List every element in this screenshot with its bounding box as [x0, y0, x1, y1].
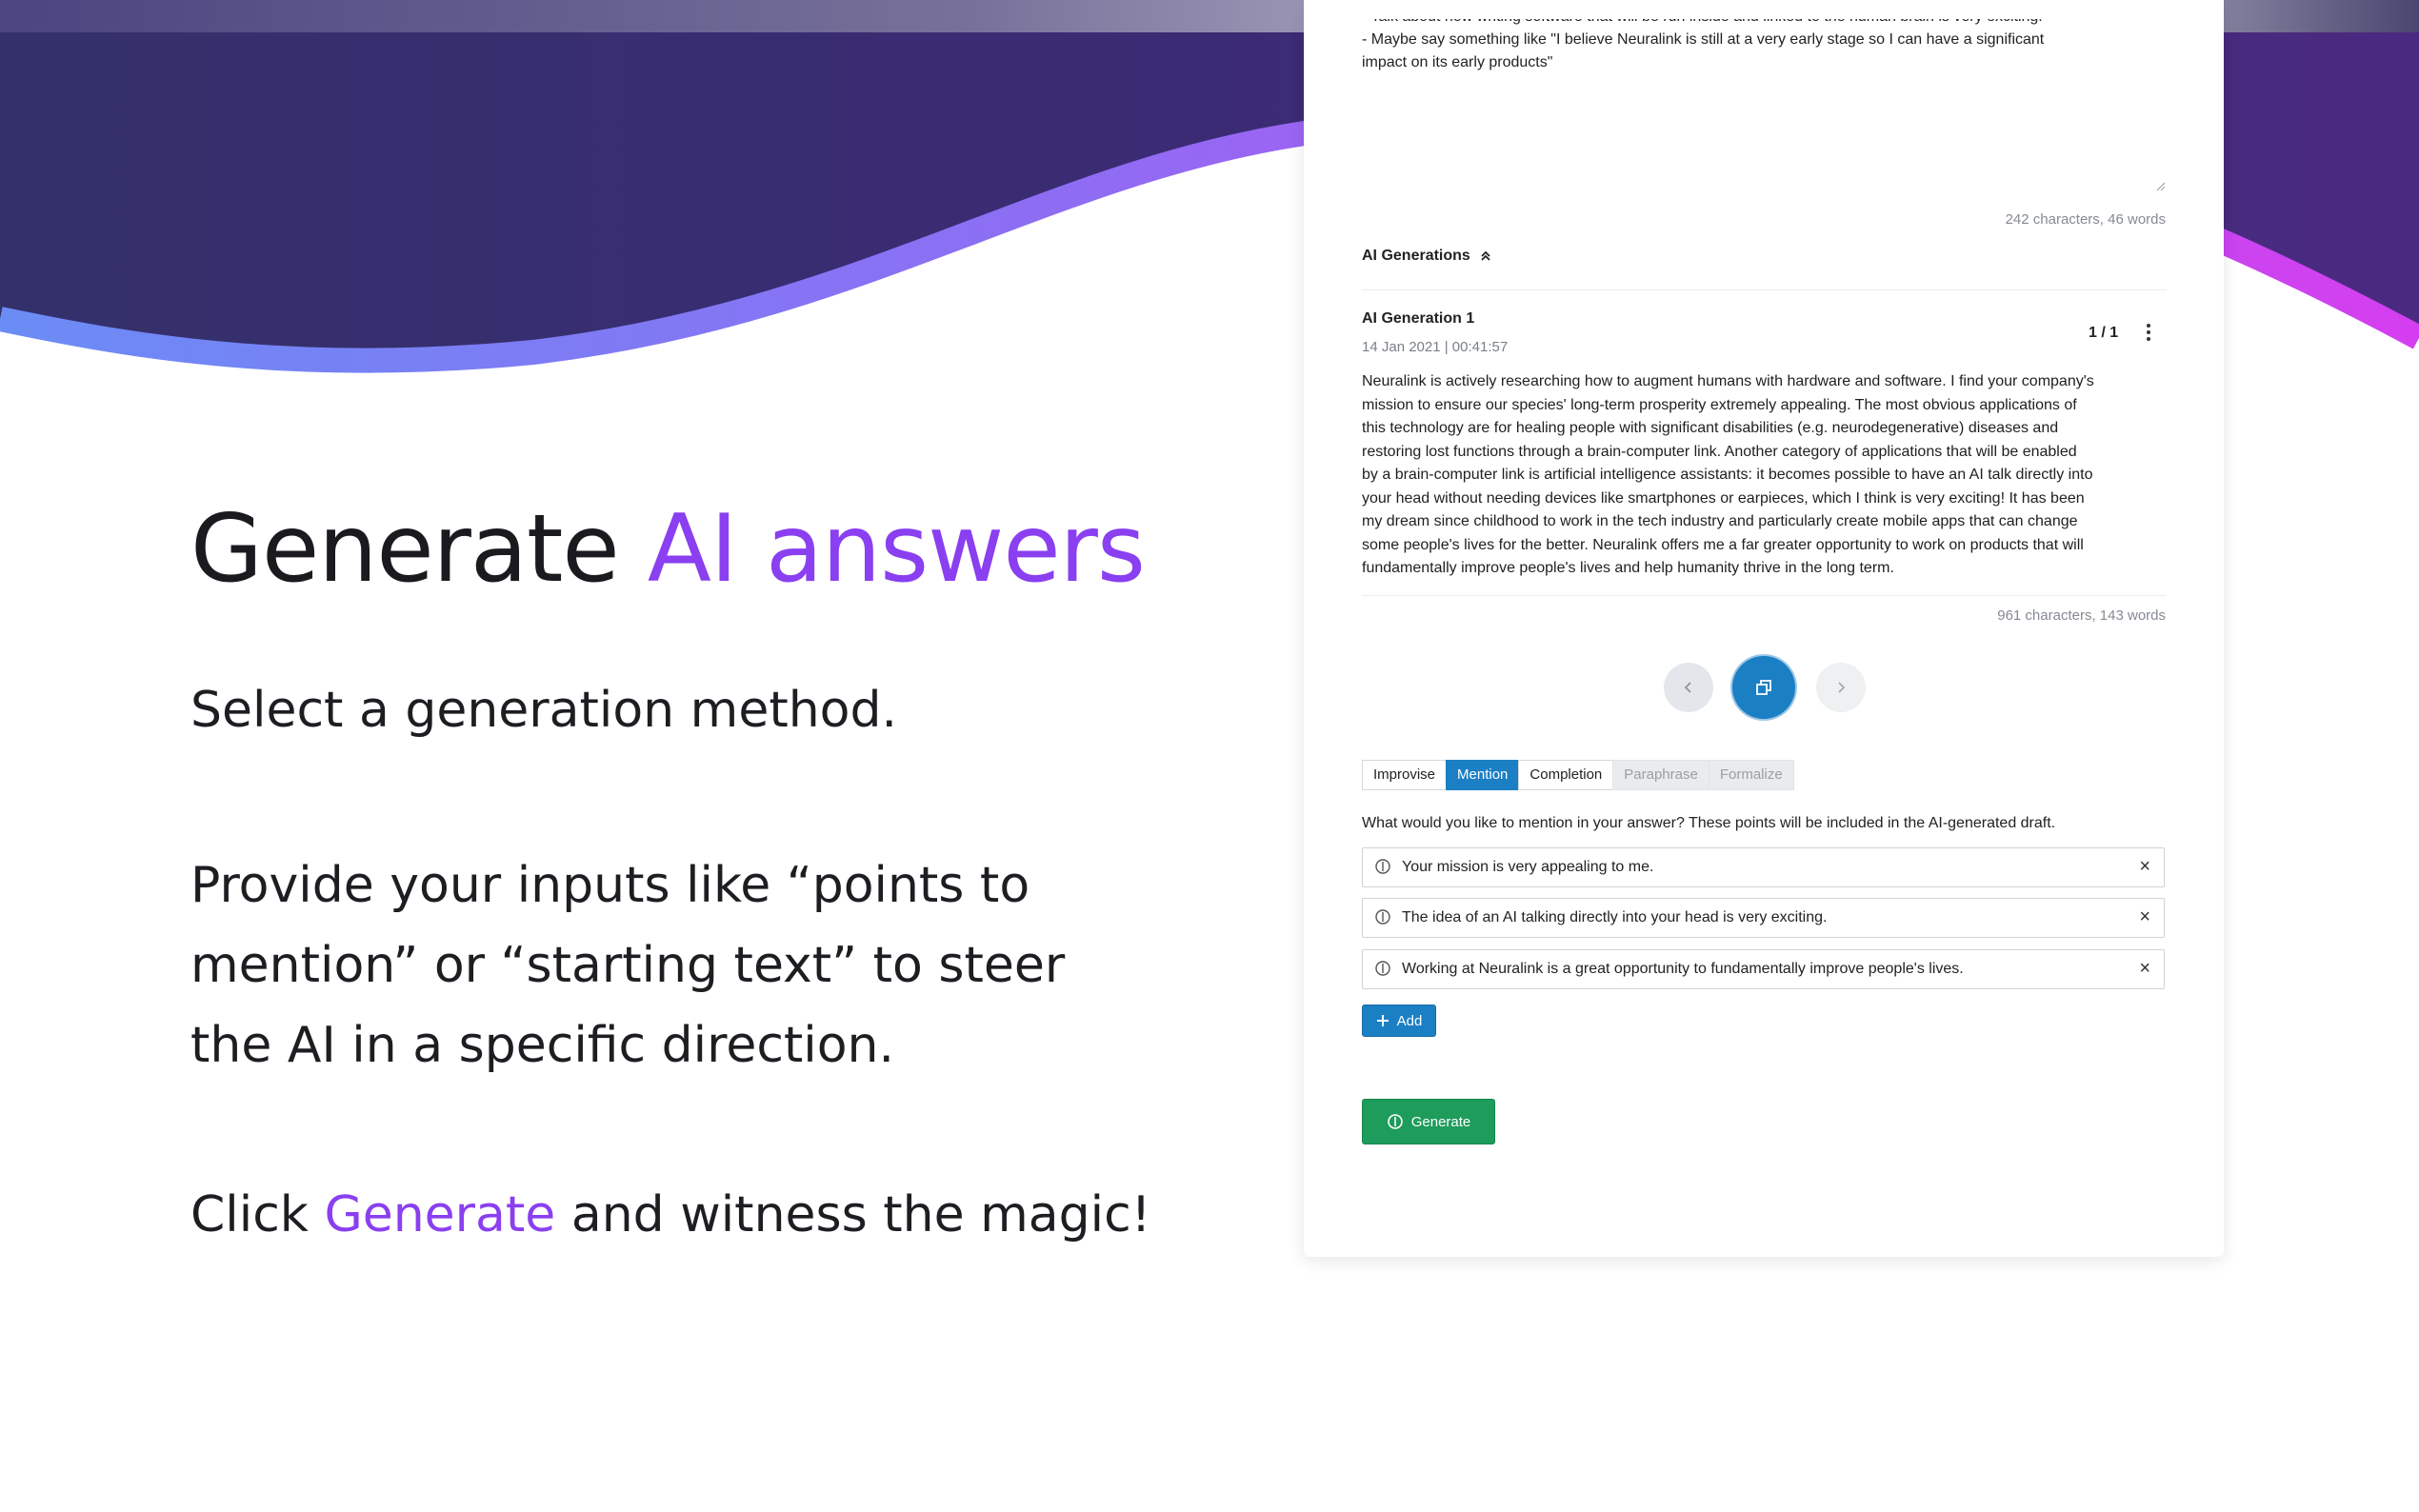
close-icon[interactable]: ×	[2139, 856, 2150, 878]
app-panel: - Talk about how writing software that w…	[1304, 0, 2224, 1257]
resize-grip-icon[interactable]	[2155, 181, 2165, 190]
generation-line: restoring lost functions through a brain…	[1362, 443, 2077, 460]
prompt-line: - Talk about how writing software that w…	[1362, 19, 2124, 29]
add-label: Add	[1396, 1012, 1423, 1029]
tab-mention[interactable]: Mention	[1446, 760, 1520, 790]
paragraph-provide-inputs: Provide your inputs like “points to ment…	[190, 857, 1066, 1074]
mention-text[interactable]: The idea of an AI talking directly into …	[1402, 909, 1827, 926]
mention-item[interactable]: Your mission is very appealing to me. ×	[1362, 847, 2165, 887]
p3-after: and witness the magic!	[555, 1186, 1151, 1243]
tab-improvise[interactable]: Improvise	[1362, 760, 1448, 790]
generation-line: mission to ensure our species' long-term…	[1362, 396, 2077, 413]
generation-text: Neuralink is actively researching how to…	[1362, 370, 2171, 581]
generation-line: fundamentally improve people's lives and…	[1362, 560, 1894, 576]
p3-accent: Generate	[324, 1186, 556, 1243]
divider	[1362, 595, 2167, 596]
tab-formalize[interactable]: Formalize	[1708, 760, 1794, 790]
paragraph-click-generate: Click Generate and witness the magic!	[190, 1175, 1151, 1255]
generation-line: Neuralink is actively researching how to…	[1362, 373, 2094, 389]
generation-line: by a brain-computer link is artificial i…	[1362, 467, 2093, 483]
kebab-menu-icon[interactable]	[2142, 320, 2155, 345]
headline-plain: Generate	[190, 495, 648, 604]
section-label: AI Generations	[1362, 248, 1470, 264]
headline: Generate AI answers	[190, 487, 1146, 611]
ai-mention-icon	[1375, 961, 1390, 976]
paragraph-select-method: Select a generation method.	[190, 682, 898, 739]
tab-completion[interactable]: Completion	[1518, 760, 1614, 790]
plus-icon	[1376, 1015, 1389, 1026]
prompt-line: - Maybe say something like "I believe Ne…	[1362, 31, 2045, 48]
tab-paraphrase[interactable]: Paraphrase	[1612, 760, 1709, 790]
divider	[1362, 289, 2167, 290]
chevron-left-icon	[1684, 682, 1691, 693]
generation-counter: 961 characters, 143 words	[1997, 607, 2166, 624]
generate-button[interactable]: Generate	[1362, 1099, 1495, 1144]
generation-pager: 1 / 1	[2089, 325, 2119, 341]
close-icon[interactable]: ×	[2139, 958, 2150, 980]
prompt-textarea[interactable]: - Talk about how writing software that w…	[1362, 19, 2124, 95]
generate-label: Generate	[1410, 1113, 1471, 1130]
copy-icon	[1756, 680, 1771, 695]
ai-generate-icon	[1387, 1114, 1403, 1129]
mention-item[interactable]: The idea of an AI talking directly into …	[1362, 898, 2165, 938]
generation-method-tabs: Improvise Mention Completion Paraphrase …	[1362, 760, 1794, 790]
ai-mention-icon	[1375, 859, 1390, 874]
mention-text[interactable]: Your mission is very appealing to me.	[1402, 859, 1653, 876]
generation-title: AI Generation 1	[1362, 310, 1475, 327]
headline-accent: AI answers	[647, 495, 1146, 604]
mention-item[interactable]: Working at Neuralink is a great opportun…	[1362, 949, 2165, 989]
chevron-right-icon	[1838, 682, 1846, 693]
mention-text[interactable]: Working at Neuralink is a great opportun…	[1402, 961, 1964, 978]
close-icon[interactable]: ×	[2139, 906, 2150, 928]
chevron-double-up-icon	[1481, 250, 1490, 261]
ai-generations-toggle[interactable]: AI Generations	[1362, 248, 1491, 265]
copy-button[interactable]	[1732, 656, 1795, 719]
prompt-counter: 242 characters, 46 words	[2005, 211, 2166, 228]
add-mention-button[interactable]: Add	[1362, 1005, 1436, 1037]
previous-button[interactable]	[1664, 663, 1713, 712]
generation-line: some people's lives for the better. Neur…	[1362, 536, 2084, 553]
generation-line: your head without needing devices like s…	[1362, 489, 2085, 507]
mention-hint: What would you like to mention in your a…	[1362, 815, 2056, 831]
generation-line: this technology are for healing people w…	[1362, 420, 2059, 436]
next-button[interactable]	[1816, 663, 1866, 712]
generation-date: 14 Jan 2021 | 00:41:57	[1362, 339, 1509, 355]
generation-line: my dream since childhood to work in the …	[1362, 513, 2078, 529]
p3-before: Click	[190, 1186, 325, 1243]
prompt-line: impact on its early products"	[1362, 54, 1553, 70]
ai-mention-icon	[1375, 909, 1390, 925]
